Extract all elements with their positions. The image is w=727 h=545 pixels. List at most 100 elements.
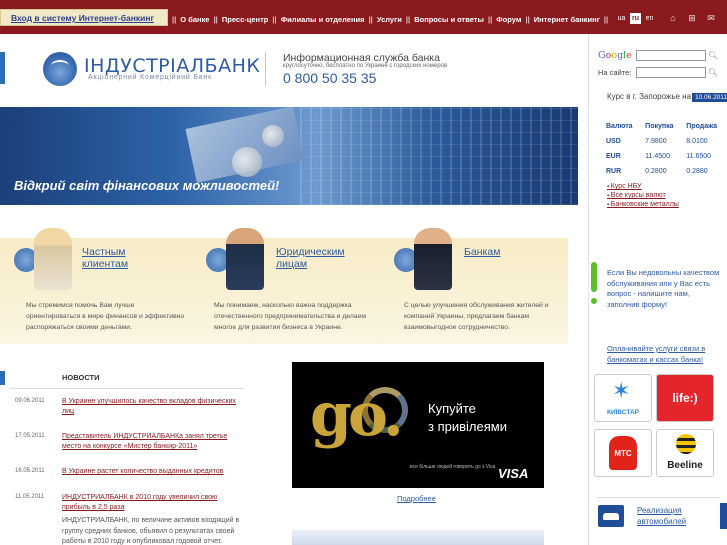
segment-banks[interactable]: Банкам С целью улучшения обслуживания жи… bbox=[380, 228, 570, 344]
bank-metals-link[interactable]: Банковские металлы bbox=[607, 201, 679, 208]
segment-title-line2: лицам bbox=[276, 258, 308, 270]
home-icon[interactable]: ⌂ bbox=[668, 13, 678, 23]
rates-header-currency: Валюта bbox=[606, 123, 633, 130]
site-search-label: На сайте: bbox=[598, 68, 632, 77]
segment-title-line1: Частным bbox=[82, 246, 126, 258]
banner-coin-image bbox=[262, 125, 284, 147]
secondary-banner[interactable] bbox=[292, 530, 544, 545]
banner-background-pattern bbox=[300, 107, 578, 205]
rates-cell-sell: 0.2880 bbox=[686, 168, 708, 175]
operator-label: life:) bbox=[672, 391, 698, 405]
exchange-rates-table: Валюта Покупка Продажа USD 7.9800 8.0100… bbox=[596, 122, 720, 181]
main-nav: || О банке || Пресс-центр || Филиалы и о… bbox=[172, 15, 609, 24]
segment-legal-entities[interactable]: Юридическим лицам Мы понимаем, насколько… bbox=[190, 228, 380, 344]
news-title-link[interactable]: В Украине улучшилось качество вкладов фи… bbox=[62, 397, 247, 417]
operator-life[interactable]: life:) bbox=[656, 374, 714, 422]
google-search-input[interactable] bbox=[636, 50, 706, 61]
banner-coin-image bbox=[232, 147, 262, 177]
car-sales-line2: автомобилей bbox=[637, 517, 687, 526]
ad-go-logo: go. bbox=[310, 380, 404, 450]
rates-row: RUR 0.2800 0.2880 bbox=[596, 166, 720, 181]
bank-logo-icon[interactable] bbox=[43, 52, 77, 86]
client-photo bbox=[226, 228, 264, 290]
operator-beeline[interactable]: Beeline bbox=[656, 429, 714, 477]
rates-city-line: Курс в г. Запорожье на bbox=[607, 92, 692, 101]
rate-links: Курс НБУ Все курсы валют Банковские мета… bbox=[607, 183, 679, 210]
segment-title[interactable]: Частным клиентам bbox=[82, 246, 128, 270]
segment-title[interactable]: Банкам bbox=[464, 246, 500, 258]
site-search-input[interactable] bbox=[636, 67, 706, 78]
operator-kyivstar[interactable]: ✶ КИЇВСТАР bbox=[594, 374, 652, 422]
google-logo: Google bbox=[598, 50, 632, 61]
segment-description: Мы понимаем, насколько важна поддержка о… bbox=[214, 302, 367, 331]
internet-banking-login-box[interactable]: Вход в систему Интернет-банкинг bbox=[0, 9, 168, 26]
visa-ad-banner[interactable]: go. Купуйте з привілеями все більше люде… bbox=[292, 362, 544, 488]
rates-header-sell: Продажа bbox=[686, 123, 718, 130]
side-tab[interactable] bbox=[720, 503, 727, 529]
nav-item-press[interactable]: Пресс-центр bbox=[222, 15, 268, 24]
car-icon[interactable] bbox=[598, 505, 624, 527]
news-title-link[interactable]: Представитель ИНДУСТРИАЛБАНКа занял трет… bbox=[62, 432, 247, 452]
operator-mts[interactable]: МТС bbox=[594, 429, 652, 477]
client-photo bbox=[34, 228, 72, 290]
feedback-link[interactable]: Если Вы недовольны качеством обслуживани… bbox=[607, 268, 722, 310]
kyivstar-star-icon: ✶ bbox=[612, 378, 631, 403]
ad-headline-line1: Купуйте bbox=[428, 401, 476, 416]
rates-cell-sell: 8.0100 bbox=[686, 138, 708, 145]
header-accent-stripe bbox=[0, 52, 5, 84]
segment-title[interactable]: Юридическим лицам bbox=[276, 246, 345, 270]
news-date: 11.05.2011 bbox=[15, 494, 45, 500]
lang-ua[interactable]: ua bbox=[616, 13, 627, 24]
nav-item-branches[interactable]: Филиалы и отделения bbox=[281, 15, 365, 24]
segment-description: Мы стремимся помочь Вам лучше ориентиров… bbox=[26, 302, 185, 331]
car-sales-link[interactable]: Реализация автомобилей bbox=[637, 505, 686, 527]
nav-item-faq[interactable]: Вопросы и ответы bbox=[414, 15, 484, 24]
news-heading: НОВОСТИ bbox=[62, 373, 100, 382]
lang-en[interactable]: en bbox=[644, 13, 655, 24]
news-title-link[interactable]: В Украине растет количество выданных кре… bbox=[62, 467, 247, 477]
news-accent-marker bbox=[0, 371, 5, 385]
segment-title-line1: Юридическим bbox=[276, 246, 345, 258]
ad-more-link[interactable]: Подробнее bbox=[397, 494, 436, 503]
top-icons: ⌂ ⊞ ✉ bbox=[668, 13, 716, 23]
nav-item-about[interactable]: О банке bbox=[180, 15, 209, 24]
news-title-link[interactable]: ИНДУСТРИАЛБАНК в 2010 году увеличил свою… bbox=[62, 493, 247, 513]
news-date: 17.05.2011 bbox=[15, 433, 45, 439]
news-date: 09.06.2011 bbox=[15, 398, 45, 404]
segment-description: С целью улучшения обслуживания жителей и… bbox=[404, 302, 549, 331]
nav-item-forum[interactable]: Форум bbox=[496, 15, 521, 24]
exclamation-icon bbox=[589, 262, 599, 308]
operator-label: КИЇВСТАР bbox=[606, 409, 639, 416]
client-photo bbox=[414, 228, 452, 290]
hero-banner[interactable]: Відкрий світ фінансових можливостей! bbox=[0, 107, 578, 205]
nav-item-internet-banking[interactable]: Интернет банкинг bbox=[534, 15, 600, 24]
sitemap-icon[interactable]: ⊞ bbox=[687, 13, 697, 23]
nbu-rate-link[interactable]: Курс НБУ bbox=[607, 183, 679, 190]
mobile-payments-link[interactable]: Оплачивайте услуги связи в банкоматах и … bbox=[607, 343, 719, 365]
visa-logo: VISA bbox=[498, 466, 529, 481]
rates-cell-sell: 11.6500 bbox=[686, 153, 712, 160]
rates-date-badge[interactable]: 10.06.2011 bbox=[692, 93, 727, 102]
bank-logo-subtitle: Акціонерний Комерційний Банк bbox=[88, 74, 212, 81]
rates-header-buy: Покупка bbox=[645, 123, 674, 130]
rates-cell-currency: EUR bbox=[606, 153, 621, 160]
rates-cell-buy: 11.4500 bbox=[645, 153, 670, 160]
ad-small-print: все більше людей говорить go з Visa bbox=[410, 464, 496, 470]
news-divider bbox=[10, 388, 245, 389]
top-bar: Вход в систему Интернет-банкинг || О бан… bbox=[0, 0, 727, 34]
segment-title-line2: клиентам bbox=[82, 258, 129, 270]
internet-banking-login-link[interactable]: Вход в систему Интернет-банкинг bbox=[1, 10, 167, 23]
news-date: 16.05.2011 bbox=[15, 468, 45, 474]
google-search-icon[interactable]: 🔍︎ bbox=[708, 51, 718, 60]
ad-headline: Купуйте з привілеями bbox=[428, 400, 507, 436]
segment-private-clients[interactable]: Частным клиентам Мы стремимся помочь Вам… bbox=[0, 228, 190, 344]
lang-ru[interactable]: ru bbox=[630, 13, 641, 24]
info-service-phone: 0 800 50 35 35 bbox=[283, 70, 377, 86]
nav-item-services[interactable]: Услуги bbox=[377, 15, 402, 24]
rates-cell-buy: 7.9800 bbox=[645, 138, 667, 145]
client-segments: Частным клиентам Мы стремимся помочь Вам… bbox=[0, 228, 570, 344]
all-rates-link[interactable]: Все курсы валют bbox=[607, 192, 679, 199]
rates-cell-currency: USD bbox=[606, 138, 621, 145]
mail-icon[interactable]: ✉ bbox=[706, 13, 716, 23]
site-search-icon[interactable]: 🔍︎ bbox=[708, 68, 718, 77]
